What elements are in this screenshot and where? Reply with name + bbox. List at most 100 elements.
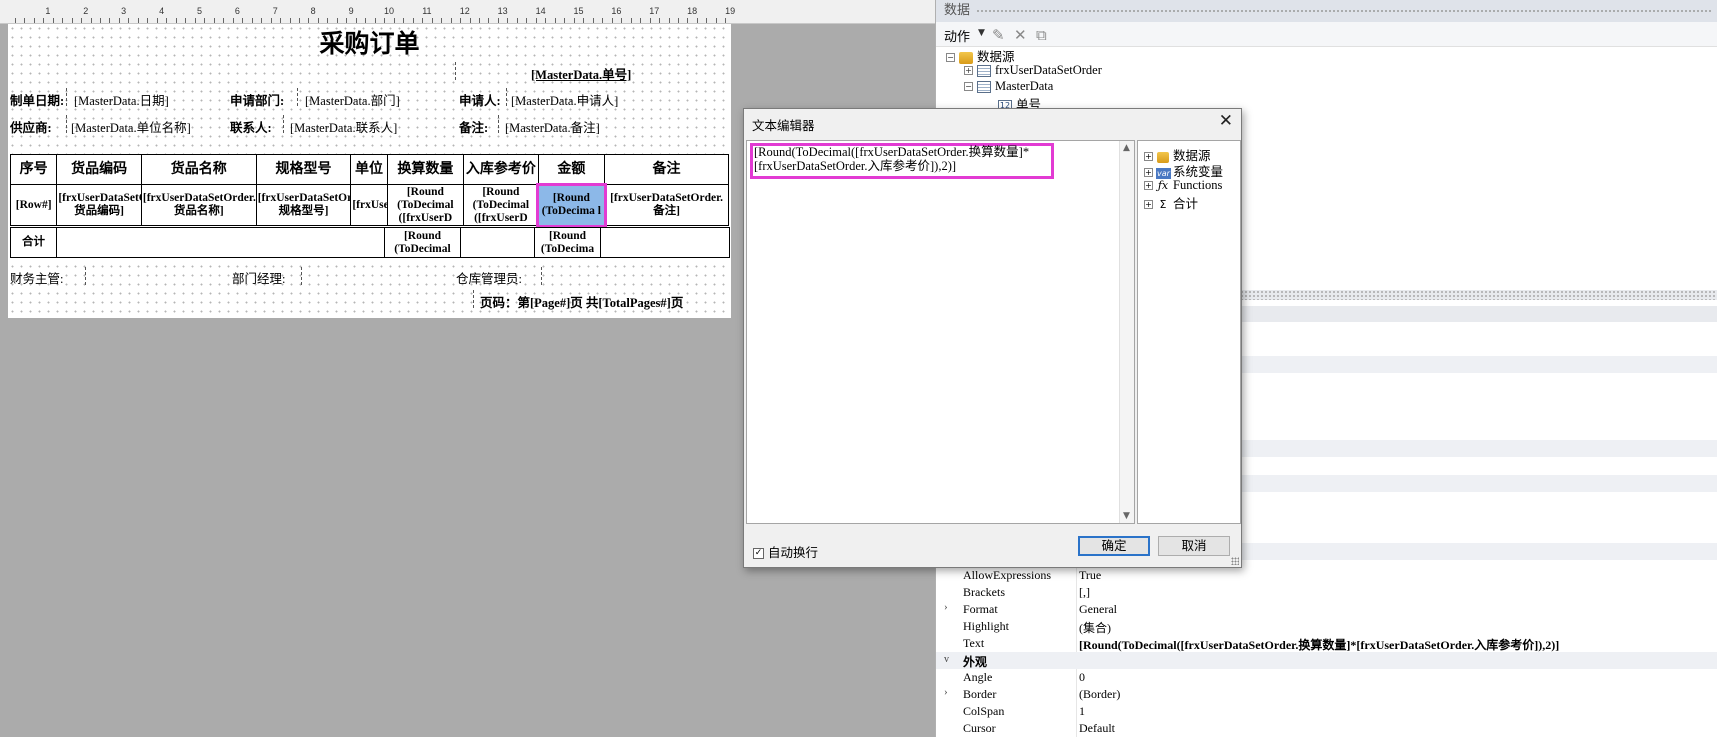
page-info[interactable]: 页码：第[Page#]页 共[TotalPages#]页 [480, 292, 683, 311]
properties-icon[interactable]: ⧉ [1036, 26, 1047, 44]
contact-field[interactable]: [MasterData.联系人] [290, 117, 397, 136]
data-cell[interactable]: [frxUserDataSetOrder.备注] [604, 184, 729, 226]
editor-scrollbar[interactable]: ▲ ▼ [1119, 141, 1134, 523]
tree-item-masterdata[interactable]: − MasterData [964, 78, 1053, 94]
data-cell[interactable]: [Round (ToDecimal ([frxUserD [386, 184, 465, 226]
header-cell[interactable]: 金额 [537, 154, 606, 185]
resize-grip-icon[interactable] [1231, 557, 1239, 565]
date-field[interactable]: [MasterData.日期] [74, 90, 169, 109]
report-page[interactable]: 采购订单 [MasterData.单号] 制单日期: [MasterData.日… [8, 24, 731, 318]
supplier-field[interactable]: [MasterData.单位名称] [71, 117, 191, 136]
edit-icon[interactable]: ✎ [992, 26, 1005, 44]
scroll-down-icon[interactable]: ▼ [1123, 511, 1130, 521]
prop-row[interactable]: Cursor Default [936, 720, 1717, 737]
prop-row[interactable]: › Border (Border) [936, 686, 1717, 703]
header-cell[interactable]: 货品名称 [140, 154, 257, 185]
master-header-band[interactable]: [MasterData.单号] 制单日期: [MasterData.日期] 申请… [8, 60, 731, 164]
applicant-label[interactable]: 申请人: [459, 90, 501, 109]
order-number-field[interactable]: [MasterData.单号] [531, 64, 631, 83]
sum-empty-cell[interactable] [460, 227, 535, 258]
sum-qty-cell[interactable]: [Round (ToDecimal [384, 227, 461, 258]
scroll-up-icon[interactable]: ▲ [1123, 143, 1130, 153]
expression-editor[interactable]: [Round(ToDecimal([frxUserDataSetOrder.换算… [746, 140, 1135, 524]
remark-field[interactable]: [MasterData.备注] [505, 117, 600, 136]
ruler-mark [564, 18, 566, 23]
ruler-mark [251, 18, 253, 23]
tree-item-functions[interactable]: + ƒx Functions [1144, 177, 1222, 193]
supplier-label[interactable]: 供应商: [10, 117, 52, 136]
ruler-mark [24, 18, 26, 23]
contact-label[interactable]: 联系人: [230, 117, 272, 136]
ruler-mark [261, 18, 263, 23]
ruler-tick-label: 2 [83, 6, 89, 16]
tree-item-orderdataset[interactable]: + frxUserDataSetOrder [964, 62, 1102, 78]
header-cell[interactable]: 换算数量 [386, 154, 465, 185]
prop-row[interactable]: Angle 0 [936, 669, 1717, 686]
ruler-mark [175, 18, 177, 23]
ruler-mark [213, 18, 215, 23]
header-cell[interactable]: 规格型号 [255, 154, 352, 185]
sum-label-cell[interactable]: 合计 [10, 227, 57, 258]
table-data-row: [Row#] [frxUserDataSetOrder.货品编码] [frxUs… [9, 182, 729, 228]
sigma-icon: Σ [1159, 198, 1167, 211]
data-cell[interactable]: [frxUserDataSetOrder.货品名称] [140, 184, 257, 226]
ruler-mark [545, 18, 547, 23]
remark-label[interactable]: 备注: [459, 117, 488, 136]
prop-row[interactable]: Brackets [,] [936, 584, 1717, 601]
date-label[interactable]: 制单日期: [10, 90, 64, 109]
header-cell[interactable]: 入库参考价 [463, 154, 539, 185]
header-cell[interactable]: 单位 [350, 154, 388, 185]
checkbox-checked-icon[interactable]: ✓ [753, 548, 764, 559]
dept-label[interactable]: 申请部门: [230, 90, 284, 109]
tree-item-totals[interactable]: + Σ 合计 [1144, 193, 1198, 212]
expand-icon[interactable]: › [944, 601, 948, 613]
data-cell[interactable]: [frxUserDataSetOrder.规格型号] [255, 184, 352, 226]
ruler-mark [526, 18, 528, 23]
manager-label[interactable]: 部门经理: [232, 268, 285, 287]
sum-empty-cell[interactable] [600, 227, 730, 258]
delete-icon[interactable]: ✕ [1014, 26, 1027, 44]
order-table[interactable]: 序号 货品编码 货品名称 规格型号 单位 换算数量 入库参考价 金额 备注 [R… [9, 154, 729, 228]
summary-table[interactable]: 合计 [Round (ToDecimal [Round (ToDecima [10, 227, 730, 258]
expand-icon[interactable]: › [944, 686, 948, 698]
finance-label[interactable]: 财务主管: [10, 268, 63, 287]
insert-tree[interactable]: + 数据源 + var 系统变量 + ƒx Functions + Σ 合计 [1137, 140, 1241, 524]
row-number-cell[interactable]: [Row#] [9, 184, 58, 226]
dept-field[interactable]: [MasterData.部门] [305, 90, 400, 109]
table-icon [977, 64, 991, 77]
prop-row-text[interactable]: Text [Round(ToDecimal([frxUserDataSetOrde… [936, 635, 1717, 652]
ruler-tick-label: 14 [535, 6, 546, 16]
chevron-down-icon[interactable]: ▼ [978, 28, 985, 38]
prop-row[interactable]: › Format General [936, 601, 1717, 618]
data-cell[interactable]: [frxUserDataSetOrder.货品编码] [56, 184, 142, 226]
header-cell[interactable]: 序号 [9, 154, 58, 185]
prop-category-appearance[interactable]: v 外观 [936, 652, 1717, 669]
data-cell[interactable]: [Round (ToDecimal ([frxUserD [463, 184, 539, 226]
header-cell[interactable]: 备注 [604, 154, 729, 185]
word-wrap-checkbox[interactable]: ✓ 自动换行 [753, 542, 818, 561]
prop-row[interactable]: AllowExpressions True [936, 567, 1717, 584]
selected-amount-cell[interactable]: [Round (ToDecima l [536, 182, 607, 228]
sum-empty-cell[interactable] [56, 227, 385, 258]
action-menu-button[interactable]: 动作 [944, 26, 970, 45]
ruler-mark [469, 18, 471, 23]
close-icon[interactable]: ✕ [1219, 111, 1233, 131]
collapse-icon[interactable]: v [944, 654, 949, 665]
sum-amount-cell[interactable]: [Round (ToDecima [534, 227, 601, 258]
ok-button[interactable]: 确定 [1078, 536, 1150, 556]
prop-row[interactable]: ColSpan 1 [936, 703, 1717, 720]
text-editor-dialog[interactable]: 文本编辑器 ✕ [Round(ToDecimal([frxUserDataSet… [743, 108, 1242, 568]
data-cell[interactable]: [frxUserData [350, 184, 388, 226]
prop-row[interactable]: Highlight (集合) [936, 618, 1717, 635]
dialog-title: 文本编辑器 [752, 118, 815, 133]
footer-band[interactable]: 财务主管: 部门经理: 仓库管理员: 页码：第[Page#]页 共[TotalP… [8, 262, 731, 318]
report-title-band[interactable]: 采购订单 [8, 24, 731, 60]
applicant-field[interactable]: [MasterData.申请人] [511, 90, 618, 109]
warehouse-label[interactable]: 仓库管理员: [456, 268, 522, 287]
header-cell[interactable]: 货品编码 [56, 154, 142, 185]
ruler-mark [725, 18, 727, 23]
cancel-button[interactable]: 取消 [1158, 536, 1230, 556]
ruler-mark [14, 18, 16, 23]
expression-text[interactable]: [Round(ToDecimal([frxUserDataSetOrder.换算… [754, 145, 1029, 173]
ruler-mark [384, 18, 386, 23]
